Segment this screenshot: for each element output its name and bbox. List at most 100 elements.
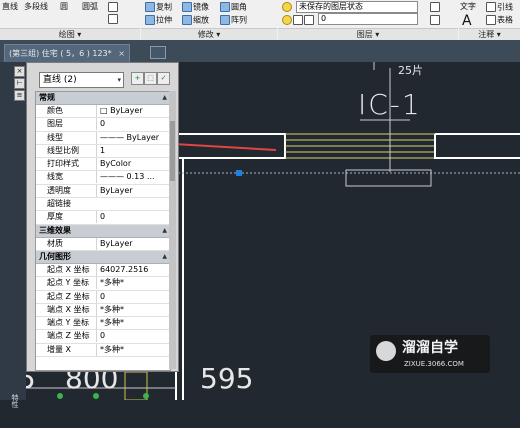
property-row[interactable]: 材质 ByLayer xyxy=(36,237,170,251)
line-tool[interactable]: 直线 xyxy=(2,2,18,11)
property-value[interactable]: ——— ByLayer xyxy=(96,131,170,144)
fillet-button[interactable]: 圆角 xyxy=(220,2,247,12)
close-tab-icon[interactable]: × xyxy=(118,49,125,58)
property-key: 端点 X 坐标 xyxy=(36,303,92,316)
palette-side-label: 特性 xyxy=(11,394,19,408)
palette-close-icon[interactable]: × xyxy=(14,66,25,77)
collapse-icon[interactable]: ▲ xyxy=(162,251,167,263)
property-key: 线宽 xyxy=(36,171,92,184)
wall-outline-right-bottom xyxy=(434,134,520,159)
property-value[interactable]: 1 xyxy=(96,144,170,157)
quick-select-icon[interactable]: ✓ xyxy=(157,72,170,85)
property-row[interactable]: 透明度 ByLayer xyxy=(36,184,170,199)
document-tab-bar: (第三组) 住宅 ( 5，6 ) 123* × xyxy=(0,40,520,63)
property-key: 起点 Z 坐标 xyxy=(36,290,92,303)
leader-icon xyxy=(486,2,496,12)
copy-icon xyxy=(145,2,155,12)
mirror-button[interactable]: 镜像 xyxy=(182,2,209,12)
property-key: 端点 Z 坐标 xyxy=(36,330,92,343)
property-row[interactable]: 增量 X *多种* xyxy=(36,343,170,358)
select-objects-icon[interactable]: ⬚ xyxy=(144,72,157,85)
layer-tool-icon[interactable] xyxy=(430,2,441,12)
watermark-url: ZIXUE.3066.COM xyxy=(404,360,464,368)
toggle-pickadd-icon[interactable]: + xyxy=(131,72,144,85)
layer-toggle-icons xyxy=(282,15,315,25)
layer-properties-icon[interactable] xyxy=(282,2,293,12)
property-grid: 常规 ▲ 颜色 □ ByLayer 图层 0 线型 ——— ByLayer 线型比例 1 打印样式 B… xyxy=(35,91,171,371)
copy-button[interactable]: 复制 xyxy=(145,2,172,12)
palette-scrollbar[interactable] xyxy=(169,91,176,369)
property-value[interactable]: ByLayer xyxy=(96,237,170,250)
tag-25-label: 25片 xyxy=(398,64,423,77)
palette-title-strip[interactable]: × ⊢ ≡ 特性 xyxy=(0,62,26,408)
property-key: 颜色 xyxy=(36,105,92,117)
layer-match-icon[interactable] xyxy=(430,15,441,25)
property-row[interactable]: 端点 Z 坐标 0 xyxy=(36,330,170,344)
property-row[interactable]: 打印样式 ByColor xyxy=(36,158,170,172)
array-icon xyxy=(220,15,230,25)
property-row[interactable]: 起点 Z 坐标 0 xyxy=(36,290,170,304)
property-value[interactable]: ——— 0.13 ... xyxy=(96,171,170,184)
property-row[interactable]: 颜色 □ ByLayer xyxy=(36,105,170,119)
grip-green xyxy=(143,393,149,399)
leader-button[interactable]: 引线 xyxy=(486,2,513,12)
property-row[interactable]: 线宽 ——— 0.13 ... xyxy=(36,171,170,185)
selection-dropdown[interactable]: 直线 (2) ▾ xyxy=(39,72,124,88)
property-row[interactable]: 起点 Y 坐标 *多种* xyxy=(36,277,170,291)
property-row[interactable]: 端点 X 坐标 *多种* xyxy=(36,303,170,318)
collapse-icon[interactable]: ▲ xyxy=(162,225,167,237)
new-tab-button[interactable] xyxy=(150,46,166,59)
property-key: 超链接 xyxy=(36,198,92,211)
array-button[interactable]: 阵列 xyxy=(220,15,247,25)
grip-green xyxy=(57,393,63,399)
section-title: 三维效果 xyxy=(39,225,71,235)
document-tab[interactable]: (第三组) 住宅 ( 5，6 ) 123* × xyxy=(4,44,130,62)
property-value[interactable]: 0 xyxy=(96,211,170,224)
watermark: 溜溜自学 ZIXUE.3066.COM xyxy=(370,335,490,373)
grip-point[interactable] xyxy=(236,170,242,176)
property-value[interactable]: *多种* xyxy=(96,317,170,330)
property-value[interactable]: ByLayer xyxy=(96,184,170,197)
property-value[interactable]: 0 xyxy=(96,118,170,131)
property-row[interactable]: 线型比例 1 xyxy=(36,144,170,159)
palette-autohide-icon[interactable]: ⊢ xyxy=(14,78,25,89)
property-row[interactable]: 端点 Y 坐标 *多种* xyxy=(36,317,170,331)
property-value[interactable]: *多种* xyxy=(96,303,170,316)
rectangle-icon[interactable] xyxy=(108,2,119,12)
layer-state-dropdown[interactable]: 未保存的图层状态 xyxy=(296,1,418,13)
circle-tool[interactable]: 圆 xyxy=(60,2,68,11)
collapse-icon[interactable]: ▲ xyxy=(162,92,167,104)
hatch-icon[interactable] xyxy=(108,14,119,24)
scale-icon xyxy=(182,15,192,25)
property-key: 打印样式 xyxy=(36,158,92,171)
scale-button[interactable]: 缩放 xyxy=(182,15,209,25)
property-value[interactable]: *多种* xyxy=(96,343,170,356)
property-value[interactable]: 0 xyxy=(96,330,170,343)
fillet-icon xyxy=(220,2,230,12)
property-row[interactable]: 线型 ——— ByLayer xyxy=(36,131,170,145)
scrollbar-thumb[interactable] xyxy=(170,121,175,181)
polyline-tool[interactable]: 多段线 xyxy=(24,2,48,11)
property-value[interactable]: *多种* xyxy=(96,277,170,290)
property-value[interactable]: 64027.2516 xyxy=(96,263,170,276)
section-header[interactable]: 几何图形 ▲ xyxy=(36,250,170,264)
table-button[interactable]: 表格 xyxy=(486,15,513,25)
section-header[interactable]: 常规 ▲ xyxy=(36,92,170,105)
stretch-icon xyxy=(145,15,155,25)
property-value[interactable]: ByColor xyxy=(96,158,170,171)
property-key: 起点 X 坐标 xyxy=(36,263,92,276)
property-row[interactable]: 起点 X 坐标 64027.2516 xyxy=(36,263,170,278)
arc-tool[interactable]: 圆弧 xyxy=(82,2,98,11)
property-value[interactable]: 0 xyxy=(96,290,170,303)
property-row[interactable]: 厚度 0 xyxy=(36,211,170,225)
palette-menu-icon[interactable]: ≡ xyxy=(14,90,25,101)
property-value[interactable]: □ ByLayer xyxy=(96,105,170,117)
property-row[interactable]: 图层 0 xyxy=(36,118,170,132)
section-header[interactable]: 三维效果 ▲ xyxy=(36,224,170,238)
section-title: 几何图形 xyxy=(39,251,71,261)
stretch-button[interactable]: 拉伸 xyxy=(145,15,172,25)
chevron-down-icon: ▾ xyxy=(117,76,121,84)
property-row[interactable]: 超链接 xyxy=(36,198,170,212)
current-layer-dropdown[interactable]: 0 xyxy=(318,13,418,25)
text-button[interactable]: 文字 xyxy=(460,2,476,11)
